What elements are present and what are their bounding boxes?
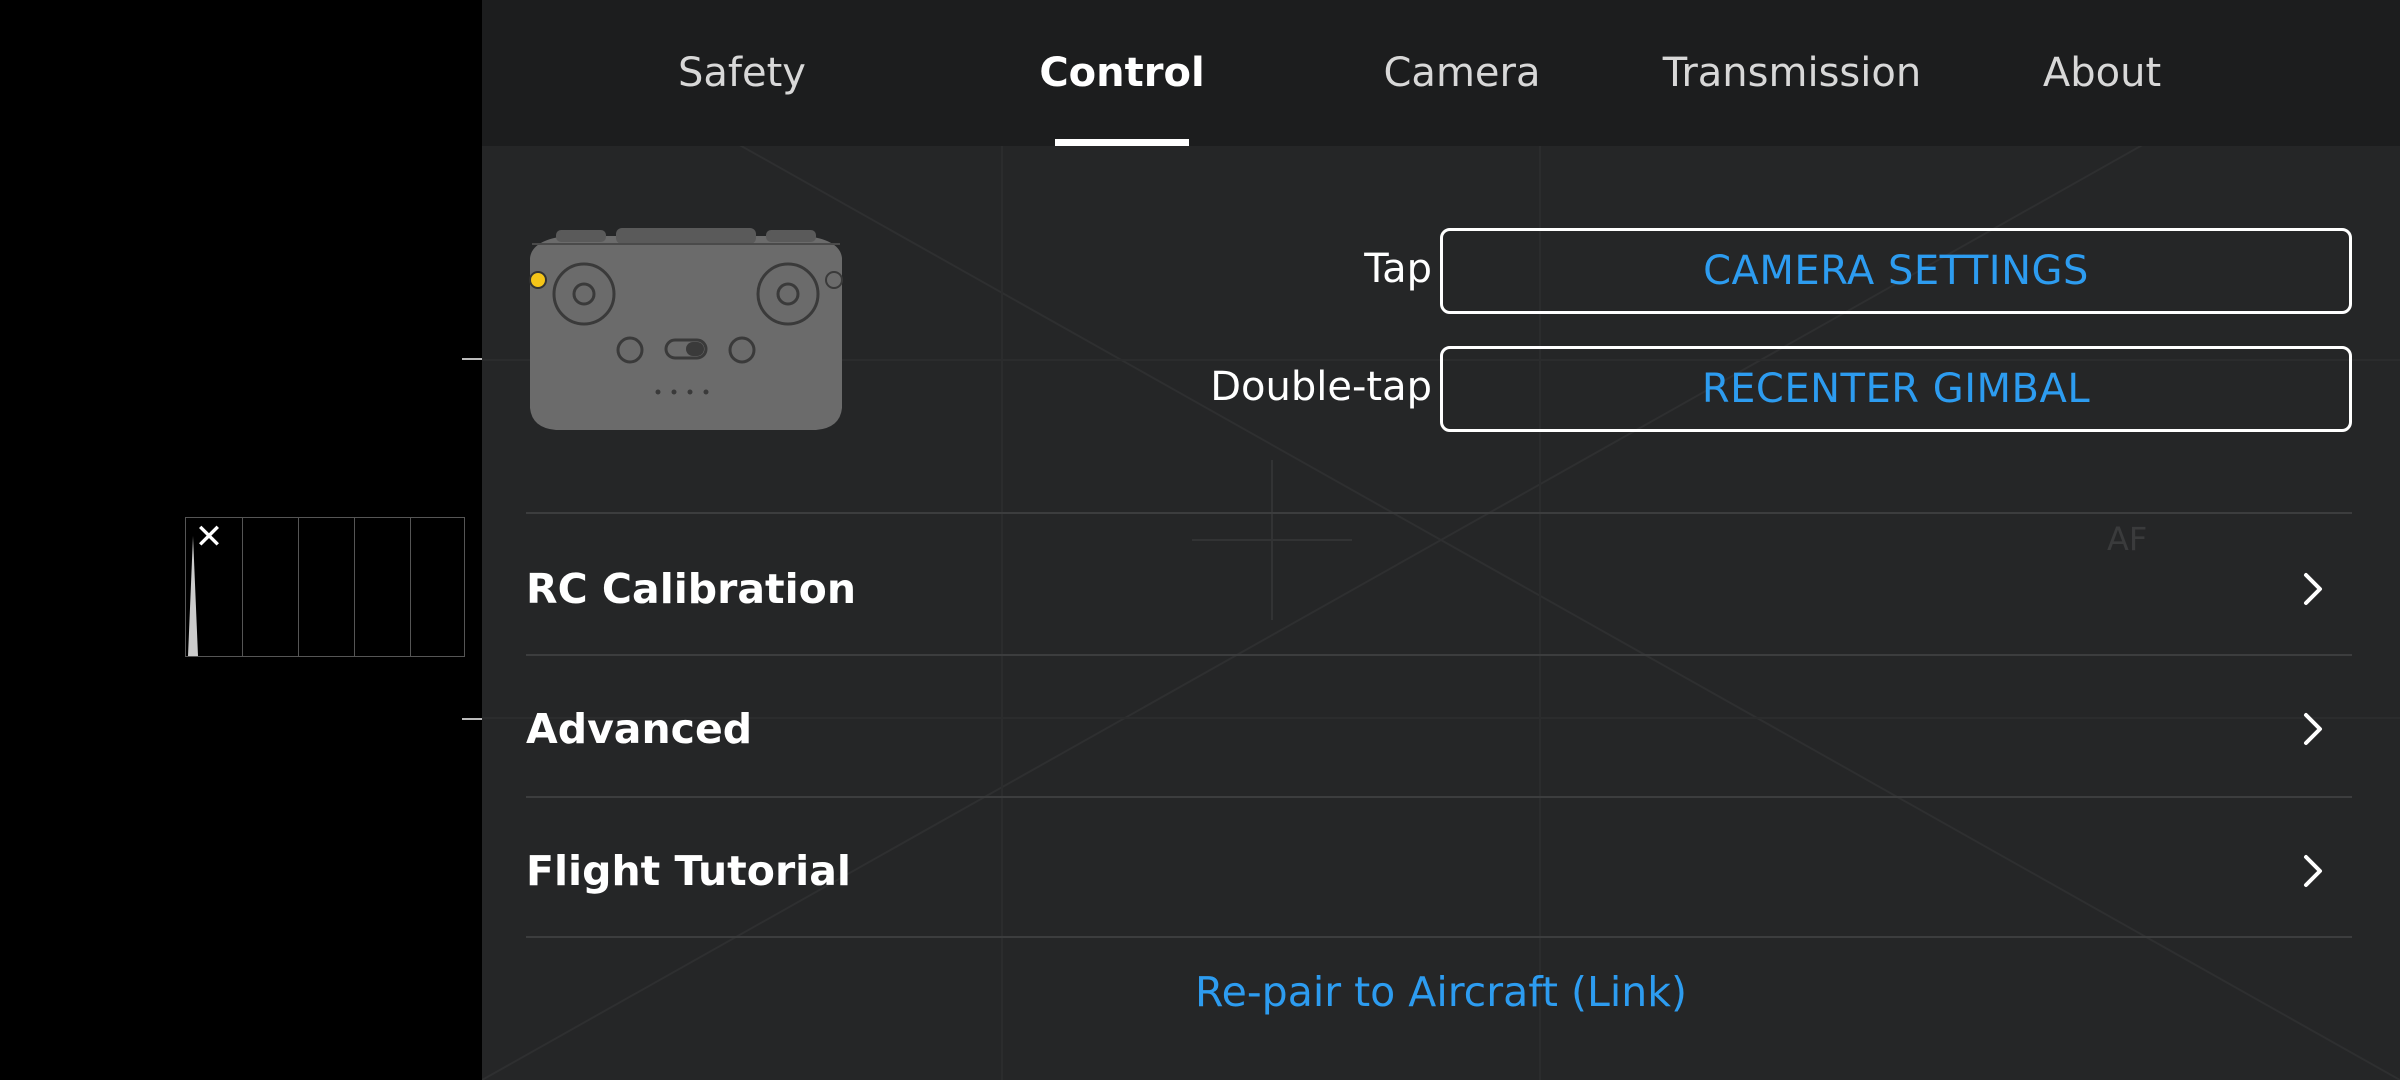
close-icon[interactable]: ✕: [194, 520, 224, 554]
tap-action-button[interactable]: CAMERA SETTINGS: [1440, 228, 2352, 314]
tab-about[interactable]: About: [2022, 0, 2182, 146]
chevron-right-icon: [2304, 855, 2322, 887]
tab-label: Safety: [678, 50, 806, 96]
divider: [526, 796, 2352, 798]
camera-view: ✕: [0, 0, 482, 1080]
edge-tick: [462, 718, 482, 720]
chevron-right-icon: [2304, 713, 2322, 745]
active-tab-indicator: [1055, 139, 1189, 146]
tab-safety[interactable]: Safety: [652, 0, 832, 146]
edge-tick: [462, 358, 482, 360]
divider: [526, 936, 2352, 938]
tap-label: Tap: [1364, 246, 1432, 292]
repair-aircraft-link[interactable]: Re-pair to Aircraft (Link): [482, 968, 2400, 1016]
double-tap-label: Double-tap: [1210, 364, 1432, 410]
divider: [526, 654, 2352, 656]
remote-controller-illustration: [529, 228, 843, 430]
double-tap-action-button[interactable]: RECENTER GIMBAL: [1440, 346, 2352, 432]
menu-item-rc-calibration[interactable]: RC Calibration: [526, 520, 2352, 658]
tab-transmission[interactable]: Transmission: [1642, 0, 1942, 146]
menu-item-label: Advanced: [526, 705, 753, 753]
chevron-right-icon: [2304, 573, 2322, 605]
tab-control[interactable]: Control: [1027, 0, 1217, 146]
menu-item-advanced[interactable]: Advanced: [526, 660, 2352, 798]
custom-button-indicator: [529, 271, 547, 289]
menu-item-flight-tutorial[interactable]: Flight Tutorial: [526, 802, 2352, 940]
tab-bar: Safety Control Camera Transmission About: [482, 0, 2400, 146]
tab-label: Transmission: [1662, 50, 1922, 96]
menu-item-label: Flight Tutorial: [526, 847, 851, 895]
settings-panel: AF Safety Control Camera Transmission Ab…: [482, 0, 2400, 1080]
tab-camera[interactable]: Camera: [1362, 0, 1562, 146]
menu-item-label: RC Calibration: [526, 565, 857, 613]
tab-label: Camera: [1383, 50, 1541, 96]
tab-label: Control: [1039, 50, 1205, 96]
tab-label: About: [2042, 50, 2162, 96]
divider: [526, 512, 2352, 514]
histogram: ✕: [185, 517, 465, 657]
